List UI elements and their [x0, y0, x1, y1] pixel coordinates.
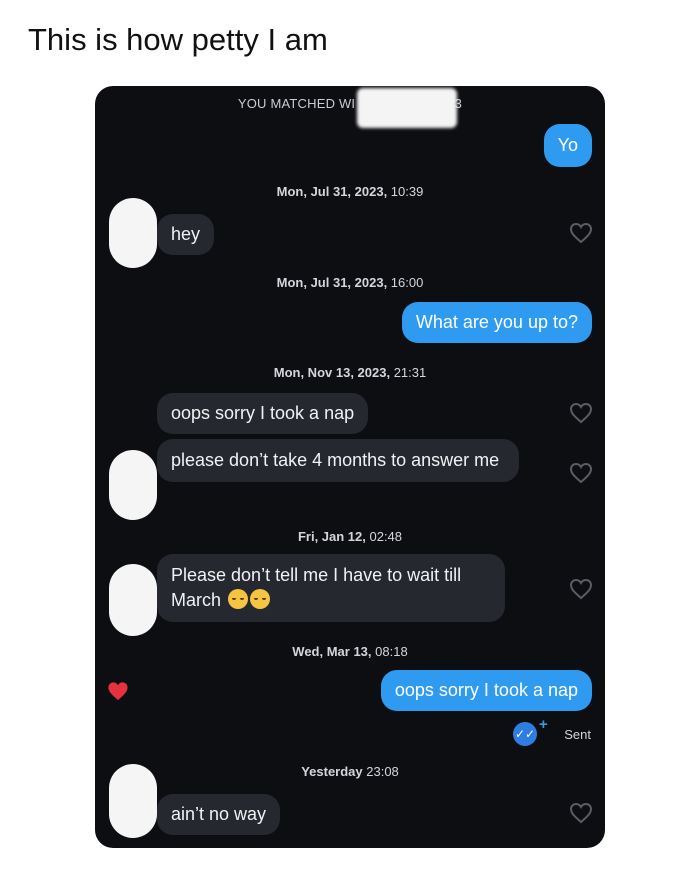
message-text: What are you up to?	[415, 312, 578, 332]
heart-outline-icon[interactable]	[569, 462, 593, 484]
message-text: oops sorry I took a nap	[171, 403, 355, 423]
avatar[interactable]	[103, 764, 157, 838]
message-text: Yo	[557, 135, 578, 155]
timestamp-date: Yesterday	[301, 764, 363, 779]
timestamp: Mon, Nov 13, 2023, 21:31	[95, 365, 605, 380]
heart-outline-icon[interactable]	[569, 402, 593, 424]
message-text: Please don’t tell me I have to wait till…	[171, 565, 462, 610]
post-title: This is how petty I am	[28, 22, 328, 57]
avatar[interactable]	[103, 450, 157, 520]
loudly-crying-face-icon	[228, 589, 249, 610]
message-text: please don’t take 4 months to answer me	[171, 450, 500, 470]
match-banner-text-left: YOU MATCHED WI	[237, 96, 356, 111]
message-sent[interactable]: oops sorry I took a nap	[380, 670, 592, 711]
timestamp-date: Mon, Nov 13, 2023,	[273, 365, 391, 380]
message-text: ain’t no way	[171, 804, 267, 824]
message-received[interactable]: oops sorry I took a nap	[157, 393, 369, 434]
timestamp: Mon, Jul 31, 2023, 16:00	[95, 275, 605, 290]
sent-status: Sent	[564, 727, 591, 742]
heart-outline-icon[interactable]	[569, 222, 593, 244]
message-text: oops sorry I took a nap	[394, 680, 578, 700]
chat-screen: YOU MATCHED WI23 Yo Mon, Jul 31, 2023, 1…	[95, 86, 605, 848]
timestamp: Yesterday 23:08	[95, 764, 605, 779]
timestamp-time: 08:18	[371, 644, 408, 659]
message-received[interactable]: Please don’t tell me I have to wait till…	[157, 554, 505, 622]
message-text: hey	[171, 224, 201, 244]
timestamp: Mon, Jul 31, 2023, 10:39	[95, 184, 605, 199]
timestamp-date: Wed, Mar 13,	[292, 644, 372, 659]
avatar[interactable]	[103, 564, 157, 636]
timestamp: Wed, Mar 13, 08:18	[95, 644, 605, 659]
timestamp-date: Fri, Jan 12,	[297, 529, 366, 544]
timestamp-time: 10:39	[387, 184, 424, 199]
timestamp-time: 23:08	[362, 764, 399, 779]
plus-icon: +	[539, 716, 548, 733]
timestamp-date: Mon, Jul 31, 2023,	[276, 275, 388, 290]
message-received[interactable]: please don’t take 4 months to answer me	[157, 439, 519, 482]
double-check-icon: ✓✓	[513, 722, 537, 746]
heart-filled-icon[interactable]	[107, 681, 129, 701]
timestamp-time: 16:00	[387, 275, 424, 290]
redaction-mark	[357, 88, 457, 128]
timestamp-time: 21:31	[390, 365, 427, 380]
timestamp-date: Mon, Jul 31, 2023,	[276, 184, 388, 199]
timestamp-time: 02:48	[365, 529, 403, 544]
match-banner: YOU MATCHED WI23	[95, 96, 605, 111]
timestamp: Fri, Jan 12, 02:48	[95, 529, 605, 544]
heart-outline-icon[interactable]	[569, 578, 593, 600]
message-received[interactable]: hey	[157, 214, 215, 255]
message-sent[interactable]: What are you up to?	[401, 302, 592, 343]
avatar[interactable]	[103, 198, 157, 268]
message-sent[interactable]: Yo	[543, 124, 592, 167]
message-received[interactable]: ain’t no way	[157, 794, 281, 835]
loudly-crying-face-icon	[250, 589, 271, 610]
heart-outline-icon[interactable]	[569, 802, 593, 824]
